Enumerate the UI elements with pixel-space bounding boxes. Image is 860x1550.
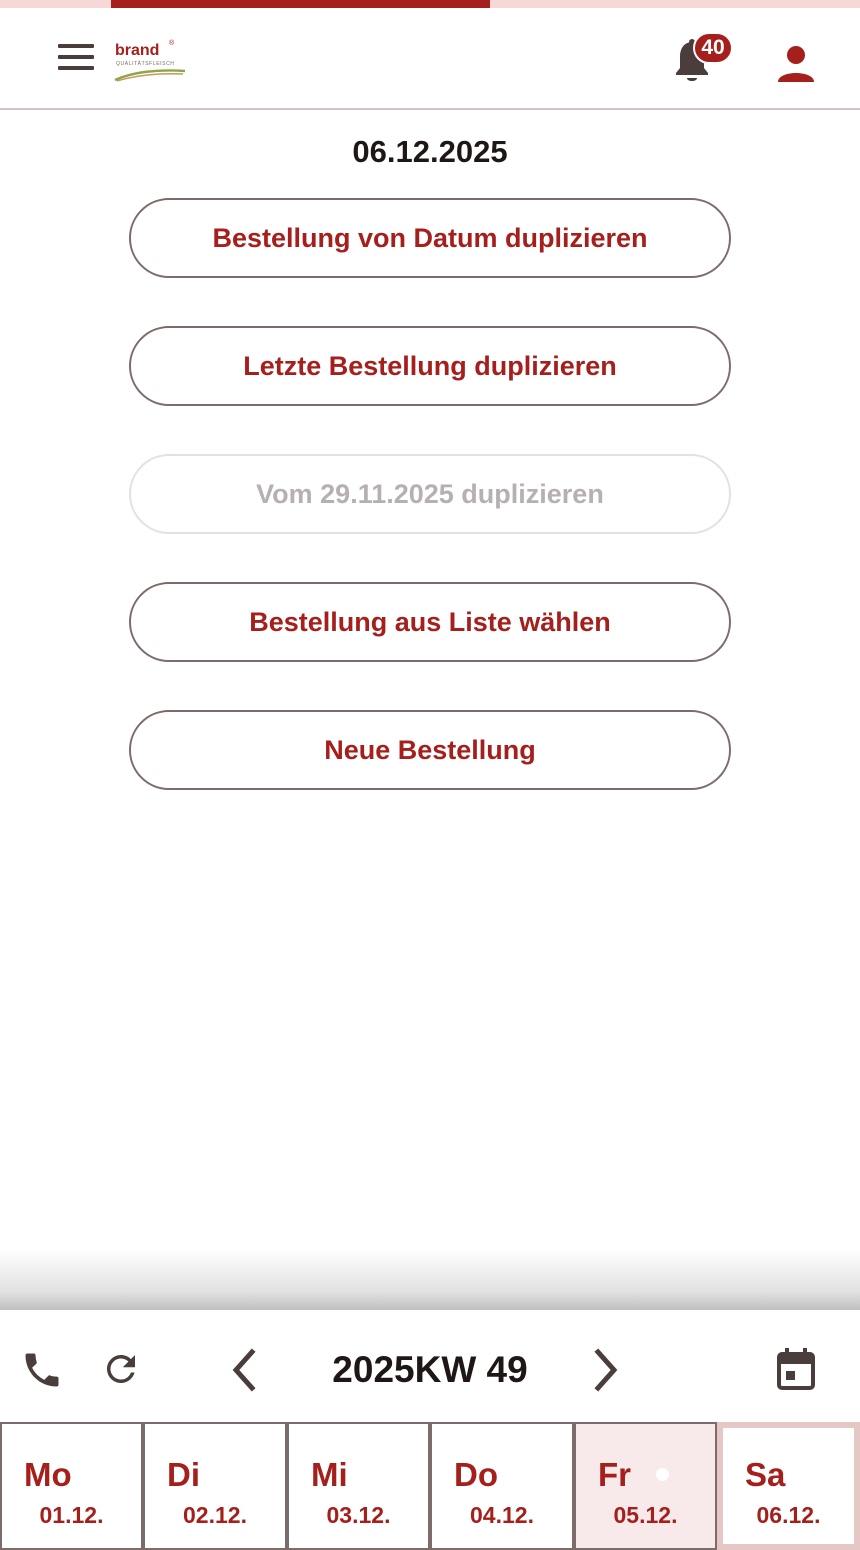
day-tab-mo[interactable]: Mo 01.12. bbox=[0, 1422, 143, 1550]
day-tab-di[interactable]: Di 02.12. bbox=[143, 1422, 287, 1550]
day-date: 05.12. bbox=[613, 1502, 678, 1528]
day-tab-fr[interactable]: Fr 05.12. bbox=[574, 1422, 717, 1550]
app-header: brand ® QUALITÄTSFLEISCH 40 bbox=[0, 8, 860, 110]
chevron-right-icon[interactable] bbox=[586, 1346, 626, 1394]
day-name: Do bbox=[454, 1456, 498, 1493]
hamburger-menu-icon[interactable] bbox=[56, 42, 96, 72]
day-date: 04.12. bbox=[470, 1502, 534, 1528]
day-name: Fr bbox=[598, 1456, 631, 1493]
day-date: 06.12. bbox=[756, 1502, 821, 1528]
progress-bar bbox=[0, 0, 860, 8]
day-name: Mi bbox=[311, 1456, 348, 1493]
day-date: 01.12. bbox=[39, 1502, 104, 1528]
duplicate-from-date-button: Vom 29.11.2025 duplizieren bbox=[129, 454, 731, 534]
week-label: 2025KW 49 bbox=[332, 1349, 528, 1390]
day-name: Sa bbox=[745, 1456, 786, 1493]
new-order-button[interactable]: Neue Bestellung bbox=[129, 710, 731, 790]
page-title-date: 06.12.2025 bbox=[352, 134, 508, 169]
footer-shadow bbox=[0, 1250, 860, 1310]
brand-logo[interactable]: brand ® QUALITÄTSFLEISCH bbox=[113, 40, 193, 86]
notification-count-badge: 40 bbox=[693, 32, 733, 64]
chevron-left-icon[interactable] bbox=[224, 1346, 264, 1394]
choose-order-from-list-button[interactable]: Bestellung aus Liste wählen bbox=[129, 582, 731, 662]
day-tab-do[interactable]: Do 04.12. bbox=[430, 1422, 574, 1550]
order-indicator-dot bbox=[656, 1468, 669, 1481]
duplicate-last-order-button[interactable]: Letzte Bestellung duplizieren bbox=[129, 326, 731, 406]
day-tab-mi[interactable]: Mi 03.12. bbox=[287, 1422, 430, 1550]
app-screen: brand ® QUALITÄTSFLEISCH 40 06.12.2025 B… bbox=[0, 0, 860, 1550]
weekday-tabs: Mo 01.12. Di 02.12. Mi 03.12. Do 04.12. … bbox=[0, 1422, 860, 1550]
day-name: Mo bbox=[24, 1456, 72, 1493]
person-icon[interactable] bbox=[776, 44, 816, 84]
logo-swoosh-icon bbox=[114, 69, 186, 82]
day-date: 02.12. bbox=[183, 1502, 247, 1528]
logo-registered-mark: ® bbox=[169, 40, 175, 47]
calendar-icon[interactable] bbox=[774, 1346, 818, 1392]
day-name: Di bbox=[167, 1456, 200, 1493]
day-date: 03.12. bbox=[326, 1502, 391, 1528]
day-tab-sa[interactable]: Sa 06.12. bbox=[717, 1422, 860, 1550]
progress-bar-fill bbox=[111, 0, 491, 8]
duplicate-by-date-button[interactable]: Bestellung von Datum duplizieren bbox=[129, 198, 731, 278]
phone-icon[interactable] bbox=[20, 1348, 64, 1392]
logo-wordmark: brand bbox=[115, 42, 160, 59]
refresh-icon[interactable] bbox=[100, 1348, 142, 1390]
